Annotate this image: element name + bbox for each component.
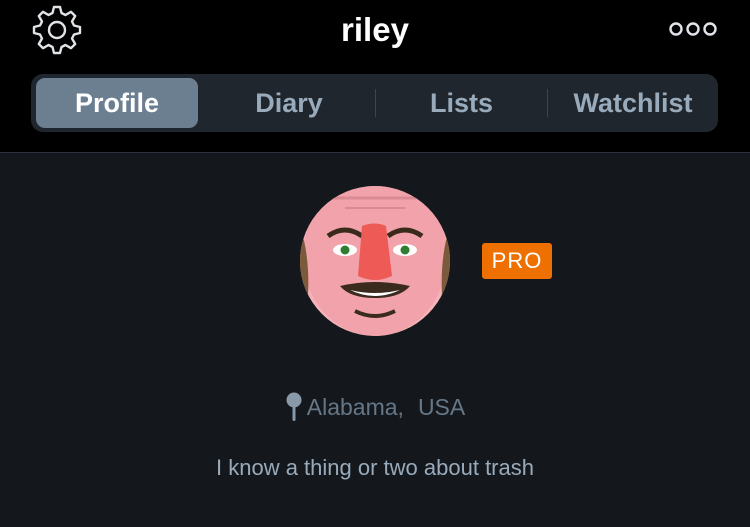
location-region: Alabama: [306, 394, 398, 420]
avatar[interactable]: [300, 186, 450, 336]
location-country: USA: [417, 394, 466, 420]
map-pin-icon: [285, 392, 303, 422]
tab-watchlist[interactable]: Watchlist: [548, 74, 718, 132]
location-separator: ,: [397, 394, 404, 420]
tab-profile[interactable]: Profile: [36, 78, 198, 128]
profile-bio: I know a thing or two about trash: [216, 455, 534, 480]
avatar-illustration: [300, 186, 450, 336]
tab-lists[interactable]: Lists: [376, 74, 547, 132]
profile-tab-bar: Profile Diary Lists Watchlist: [31, 74, 718, 132]
pro-badge: PRO: [482, 243, 552, 279]
profile-screen: riley Profile Diary Lists Watchlist PRO …: [0, 0, 750, 527]
page-title: riley: [341, 11, 409, 48]
location: Alabama , USA: [0, 391, 750, 423]
more-options-button[interactable]: [664, 14, 722, 44]
top-bar: riley Profile Diary Lists Watchlist: [0, 0, 750, 153]
tab-diary[interactable]: Diary: [203, 74, 375, 132]
more-dots-icon: [669, 22, 717, 36]
